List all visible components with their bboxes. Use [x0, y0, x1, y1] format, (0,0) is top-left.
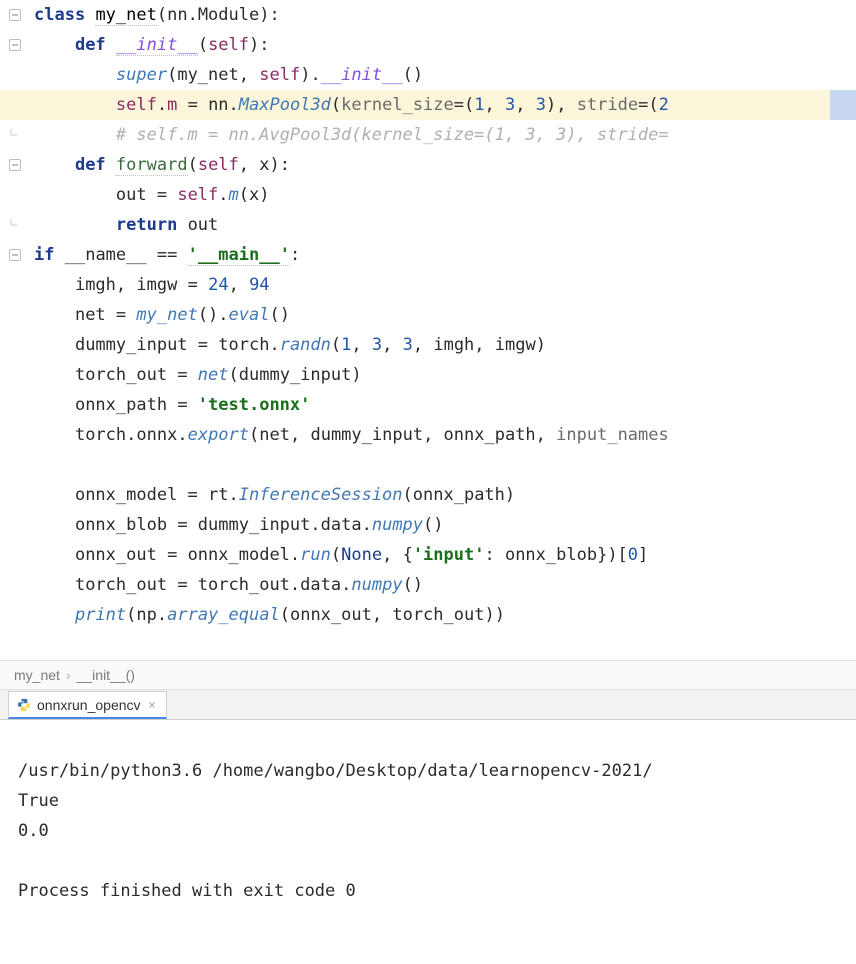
code-line-current[interactable]: self.m = nn.MaxPool3d(kernel_size=(1, 3,…	[0, 90, 856, 120]
breadcrumb-item[interactable]: my_net	[14, 667, 60, 683]
code-line[interactable]: torch_out = net(dummy_input)	[0, 360, 856, 390]
code-line[interactable]	[0, 630, 856, 660]
console-tab-bar: onnxrun_opencv ×	[0, 690, 856, 720]
code-editor[interactable]: class my_net(nn.Module): def __init__(se…	[0, 0, 856, 660]
fold-toggle-icon[interactable]	[0, 150, 30, 180]
code-line[interactable]: dummy_input = torch.randn(1, 3, 3, imgh,…	[0, 330, 856, 360]
code-line[interactable]: def __init__(self):	[0, 30, 856, 60]
code-line[interactable]: print(np.array_equal(onnx_out, torch_out…	[0, 600, 856, 630]
code-line[interactable]: super(my_net, self).__init__()	[0, 60, 856, 90]
code-line[interactable]	[0, 450, 856, 480]
code-line[interactable]: onnx_model = rt.InferenceSession(onnx_pa…	[0, 480, 856, 510]
code-line[interactable]: onnx_blob = dummy_input.data.numpy()	[0, 510, 856, 540]
console-tab[interactable]: onnxrun_opencv ×	[8, 691, 167, 719]
fold-toggle-icon[interactable]	[0, 0, 30, 30]
code-line[interactable]: torch_out = torch_out.data.numpy()	[0, 570, 856, 600]
keyword-class: class	[34, 5, 85, 25]
console-line: Process finished with exit code 0	[18, 881, 356, 901]
method-name: forward	[116, 155, 188, 176]
fold-toggle-icon[interactable]	[0, 30, 30, 60]
code-line[interactable]: out = self.m(x)	[0, 180, 856, 210]
code-line[interactable]: torch.onnx.export(net, dummy_input, onnx…	[0, 420, 856, 450]
code-line[interactable]: def forward(self, x):	[0, 150, 856, 180]
chevron-right-icon: ›	[66, 667, 71, 683]
code-line[interactable]: imgh, imgw = 24, 94	[0, 270, 856, 300]
class-name: my_net	[95, 5, 156, 26]
console-line: True	[18, 791, 59, 811]
code-line[interactable]: net = my_net().eval()	[0, 300, 856, 330]
console-output[interactable]: /usr/bin/python3.6 /home/wangbo/Desktop/…	[0, 720, 856, 914]
method-name: __init__	[116, 35, 198, 56]
code-line[interactable]: onnx_out = onnx_model.run(None, {'input'…	[0, 540, 856, 570]
code-line[interactable]: class my_net(nn.Module):	[0, 0, 856, 30]
console-line: 0.0	[18, 821, 49, 841]
code-line[interactable]: if __name__ == '__main__':	[0, 240, 856, 270]
python-file-icon	[17, 698, 31, 712]
fold-end-icon	[0, 120, 30, 150]
code-line[interactable]: return out	[0, 210, 856, 240]
breadcrumb[interactable]: my_net › __init__()	[0, 660, 856, 690]
close-icon[interactable]: ×	[149, 698, 156, 712]
fold-toggle-icon[interactable]	[0, 240, 30, 270]
breadcrumb-item[interactable]: __init__()	[77, 667, 135, 683]
selection-highlight	[830, 90, 856, 120]
console-line: /usr/bin/python3.6 /home/wangbo/Desktop/…	[18, 761, 653, 781]
code-line[interactable]: # self.m = nn.AvgPool3d(kernel_size=(1, …	[0, 120, 856, 150]
tab-label: onnxrun_opencv	[37, 697, 141, 713]
fold-end-icon	[0, 210, 30, 240]
code-line[interactable]: onnx_path = 'test.onnx'	[0, 390, 856, 420]
